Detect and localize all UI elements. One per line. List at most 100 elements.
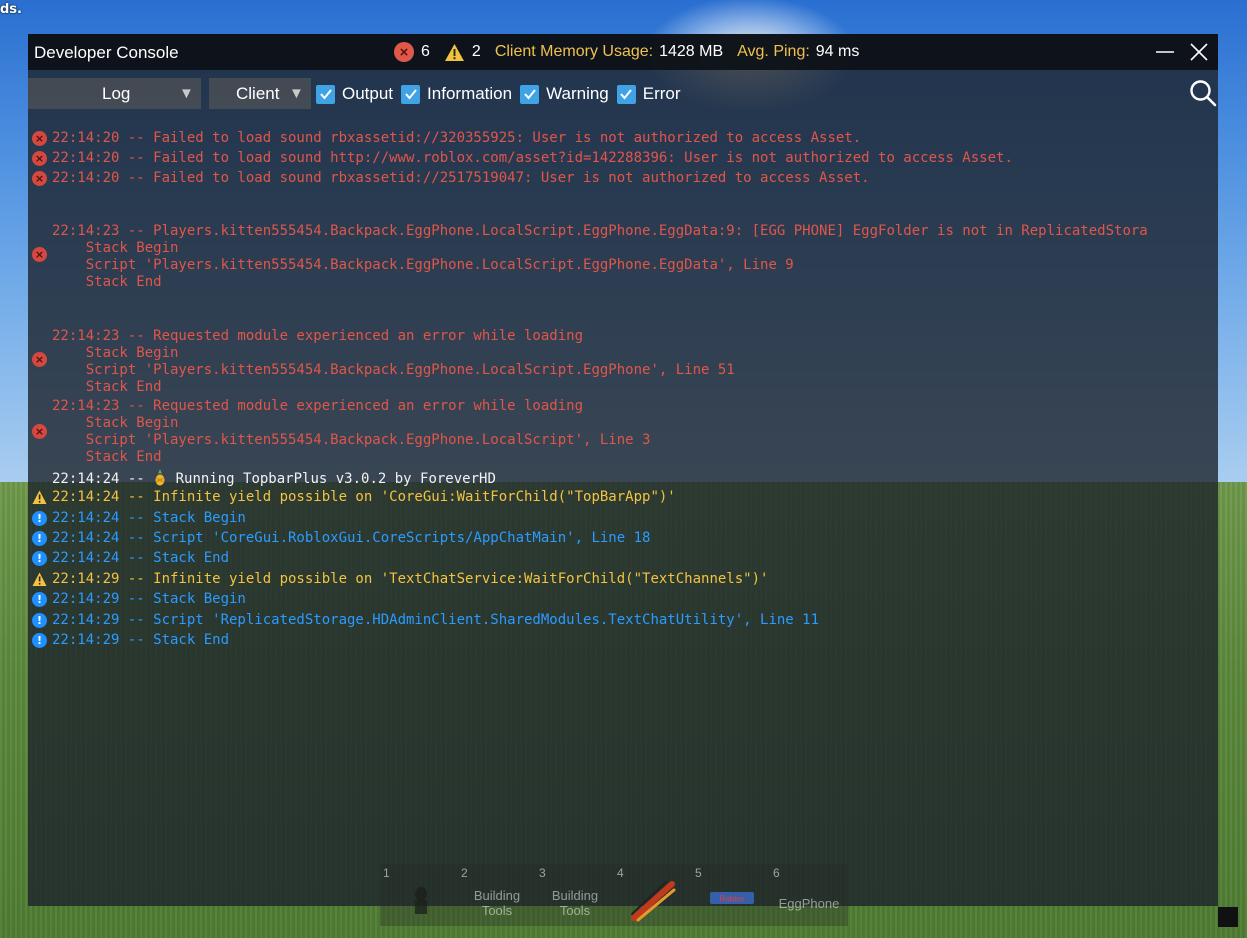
warning-count[interactable]: 2 — [472, 43, 481, 61]
log-entry-error[interactable]: × 22:14:23 -- Requested module experienc… — [28, 327, 1218, 397]
hotbar-slot-4[interactable]: 4 — [614, 864, 692, 926]
log-line: 22:14:20 -- Failed to load sound rbxasse… — [52, 170, 870, 186]
roblox-tool-text: Roblox — [720, 895, 745, 904]
developer-console: Developer Console × 6 2 Client Memory Us… — [28, 34, 1218, 906]
backpack-hotbar: 1 2 Building Tools 3 Building Tools 4 5 … — [380, 864, 848, 926]
log-line: Stack End — [52, 274, 162, 290]
log-line: Stack Begin — [52, 345, 179, 361]
log-entry-error[interactable]: × 22:14:23 -- Players.kitten555454.Backp… — [28, 222, 1218, 292]
log-line: Script 'Players.kitten555454.Backpack.Eg… — [52, 432, 651, 448]
hotbar-slot-6[interactable]: 6 EggPhone — [770, 864, 848, 926]
log-line: Script 'Players.kitten555454.Backpack.Eg… — [52, 257, 794, 273]
info-icon: ! — [32, 551, 47, 566]
log-entry-error[interactable]: × 22:14:20 -- Failed to load sound rbxas… — [28, 128, 1218, 148]
slot-number: 5 — [695, 866, 702, 880]
checkmark-icon — [523, 89, 536, 100]
information-checkbox[interactable] — [401, 84, 421, 104]
minimize-button[interactable] — [1154, 41, 1176, 63]
log-entry-info[interactable]: ! 22:14:29 -- Script 'ReplicatedStorage.… — [28, 611, 1218, 631]
log-line: 22:14:24 -- Stack End — [52, 550, 230, 566]
log-line: 22:14:29 -- Stack Begin — [52, 591, 246, 607]
log-line: 22:14:29 -- Script 'ReplicatedStorage.HD… — [52, 612, 820, 628]
log-line: 22:14:24 -- Script 'CoreGui.RobloxGui.Co… — [52, 530, 651, 546]
error-icon: × — [32, 171, 47, 186]
log-line: 22:14:23 -- Players.kitten555454.Backpac… — [52, 223, 1148, 239]
hotbar-slot-3[interactable]: 3 Building Tools — [536, 864, 614, 926]
game-corner-text: ds. — [0, 2, 22, 17]
console-titlebar[interactable]: Developer Console × 6 2 Client Memory Us… — [28, 34, 1218, 70]
log-line: Stack Begin — [52, 415, 179, 431]
error-icon: × — [32, 352, 47, 367]
information-filter-label[interactable]: Information — [427, 84, 512, 104]
slot-number: 4 — [617, 866, 624, 880]
log-line-prefix: 22:14:24 -- — [52, 471, 154, 487]
info-icon: ! — [32, 613, 47, 628]
corner-square — [1218, 907, 1238, 927]
error-count-icon[interactable]: × — [394, 42, 414, 62]
console-stats: × 6 2 Client Memory Usage: 1428 MB Avg. … — [394, 42, 873, 62]
filter-checkboxes: Output Information Warning Error — [316, 84, 689, 104]
output-checkbox[interactable] — [316, 84, 335, 104]
log-entry-error[interactable]: × 22:14:23 -- Requested module experienc… — [28, 397, 1218, 467]
info-icon: ! — [32, 633, 47, 648]
slot-number: 6 — [773, 866, 780, 880]
error-icon: × — [32, 131, 47, 146]
error-count[interactable]: 6 — [421, 43, 430, 61]
hotbar-slot-1[interactable]: 1 — [380, 864, 458, 926]
info-icon: ! — [32, 592, 47, 607]
warning-icon — [32, 490, 47, 504]
chevron-down-icon: ▼ — [179, 85, 194, 102]
client-dropdown[interactable]: Client ▼ — [209, 78, 311, 109]
log-line: 22:14:29 -- Infinite yield possible on '… — [52, 571, 769, 587]
log-entry-error[interactable]: × 22:14:20 -- Failed to load sound rbxas… — [28, 168, 1218, 188]
log-line: 22:14:20 -- Failed to load sound rbxasse… — [52, 130, 862, 146]
hotbar-slot-2[interactable]: 2 Building Tools — [458, 864, 536, 926]
console-title: Developer Console — [34, 43, 179, 62]
warning-filter-label[interactable]: Warning — [546, 84, 609, 104]
log-dropdown-label: Log — [102, 84, 131, 103]
log-entry-info[interactable]: ! 22:14:24 -- Script 'CoreGui.RobloxGui.… — [28, 529, 1218, 549]
slot-label: Building Tools — [551, 888, 599, 918]
error-checkbox[interactable] — [616, 84, 636, 104]
log-line: 22:14:24 -- Infinite yield possible on '… — [52, 489, 676, 505]
log-line: 22:14:24 -- Stack Begin — [52, 510, 246, 526]
search-icon[interactable] — [1188, 78, 1218, 108]
log-line: Stack End — [52, 449, 162, 465]
log-entry-info[interactable]: ! 22:14:24 -- Stack Begin — [28, 509, 1218, 529]
stick-tool-icon — [631, 881, 676, 922]
log-line: Script 'Players.kitten555454.Backpack.Eg… — [52, 362, 735, 378]
log-dropdown[interactable]: Log ▼ — [28, 78, 201, 109]
log-line: 22:14:23 -- Requested module experienced… — [52, 398, 584, 414]
log-line: Stack End — [52, 379, 162, 395]
roblox-tool-icon: Roblox — [710, 892, 754, 904]
slot-number: 2 — [461, 866, 468, 880]
checkmark-icon — [620, 89, 633, 100]
console-toolbar: Log ▼ Client ▼ Output Information Warnin… — [28, 78, 1218, 110]
log-entry-output[interactable]: 22:14:24 -- Running TopbarPlus v3.0.2 by… — [28, 468, 1218, 488]
warning-count-icon[interactable] — [444, 43, 465, 62]
error-filter-label[interactable]: Error — [643, 84, 681, 104]
log-entry-info[interactable]: ! 22:14:24 -- Stack End — [28, 549, 1218, 569]
log-entry-error[interactable]: × 22:14:20 -- Failed to load sound http:… — [28, 148, 1218, 168]
ping-value: 94 ms — [815, 43, 860, 60]
log-line: 22:14:29 -- Stack End — [52, 632, 230, 648]
log-entry-info[interactable]: ! 22:14:29 -- Stack Begin — [28, 590, 1218, 610]
info-icon: ! — [32, 511, 47, 526]
log-line: 22:14:24 -- Running TopbarPlus v3.0.2 by… — [52, 469, 496, 488]
log-entry-warning[interactable]: 22:14:29 -- Infinite yield possible on '… — [28, 570, 1218, 590]
warning-checkbox[interactable] — [520, 84, 540, 104]
log-output[interactable]: × 22:14:20 -- Failed to load sound rbxas… — [28, 126, 1218, 896]
chevron-down-icon: ▼ — [289, 85, 304, 102]
log-line: Stack Begin — [52, 240, 179, 256]
memory-label: Client Memory Usage: — [494, 43, 654, 60]
output-filter-label[interactable]: Output — [342, 84, 393, 104]
log-entry-warning[interactable]: 22:14:24 -- Infinite yield possible on '… — [28, 488, 1218, 508]
close-button[interactable] — [1188, 41, 1210, 63]
error-icon: × — [32, 247, 47, 262]
log-line-suffix: Running TopbarPlus v3.0.2 by ForeverHD — [167, 471, 496, 487]
log-entry-info[interactable]: ! 22:14:29 -- Stack End — [28, 631, 1218, 651]
hotbar-slot-5[interactable]: 5 Roblox — [692, 864, 770, 926]
ping-label: Avg. Ping: — [737, 43, 810, 60]
checkmark-icon — [404, 89, 417, 100]
error-icon: × — [32, 151, 47, 166]
